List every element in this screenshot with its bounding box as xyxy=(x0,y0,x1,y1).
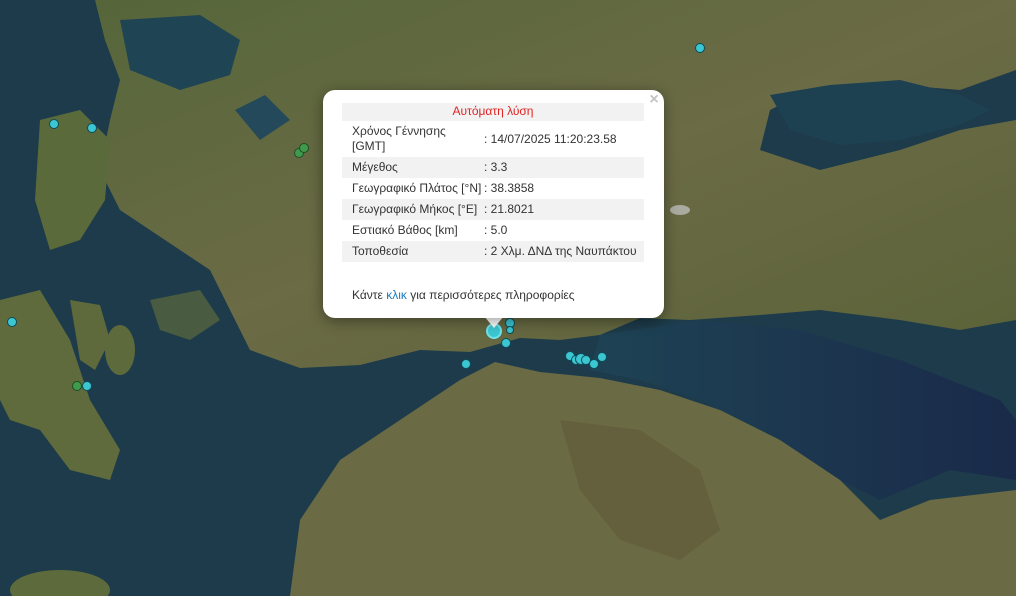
more-info-text: Κάντε κλικ για περισσότερες πληροφορίες xyxy=(352,288,575,302)
earthquake-marker[interactable] xyxy=(49,119,59,129)
earthquake-marker[interactable] xyxy=(597,352,607,362)
more-info-suffix: για περισσότερες πληροφορίες xyxy=(406,288,575,302)
earthquake-marker[interactable] xyxy=(7,317,17,327)
more-info-link[interactable]: κλικ xyxy=(386,288,407,302)
origin-time-value: : 14/07/2025 11:20:23.58 xyxy=(484,131,617,146)
more-info-prefix: Κάντε xyxy=(352,288,387,302)
depth-label: Εστιακό Βάθος [km] xyxy=(352,223,458,237)
longitude-label: Γεωγραφικό Μήκος [°E] xyxy=(342,199,484,220)
earthquake-marker[interactable] xyxy=(501,338,511,348)
magnitude-label: Μέγεθος xyxy=(342,157,484,178)
location-value: : 2 Χλμ. ΔΝΔ της Ναυπάκτου xyxy=(484,241,644,262)
earthquake-marker[interactable] xyxy=(695,43,705,53)
close-icon[interactable]: × xyxy=(647,92,661,108)
depth-value: : 5.0 xyxy=(484,223,508,237)
latitude-value: : 38.3858 xyxy=(484,181,535,195)
earthquake-marker[interactable] xyxy=(87,123,97,133)
earthquake-details-table: Αυτόματη λύση Χρόνος Γέννησης [GMT] : 14/… xyxy=(342,103,644,262)
earthquake-marker[interactable] xyxy=(461,359,471,369)
location-label: Τοποθεσία xyxy=(342,241,484,262)
origin-time-label: Χρόνος Γέννησης [GMT] xyxy=(352,124,446,153)
longitude-value: : 21.8021 xyxy=(484,199,644,220)
earthquake-popup: Αυτόματη λύση Χρόνος Γέννησης [GMT] : 14/… xyxy=(323,90,664,318)
latitude-label: Γεωγραφικό Πλάτος [°N] xyxy=(352,181,482,195)
earthquake-marker[interactable] xyxy=(506,326,514,334)
earthquake-marker[interactable] xyxy=(82,381,92,391)
magnitude-value: : 3.3 xyxy=(484,157,644,178)
earthquake-marker[interactable] xyxy=(299,143,309,153)
earthquake-marker[interactable] xyxy=(72,381,82,391)
satellite-map[interactable]: Αυτόματη λύση Χρόνος Γέννησης [GMT] : 14/… xyxy=(0,0,1016,596)
solution-type-header: Αυτόματη λύση xyxy=(342,103,644,121)
